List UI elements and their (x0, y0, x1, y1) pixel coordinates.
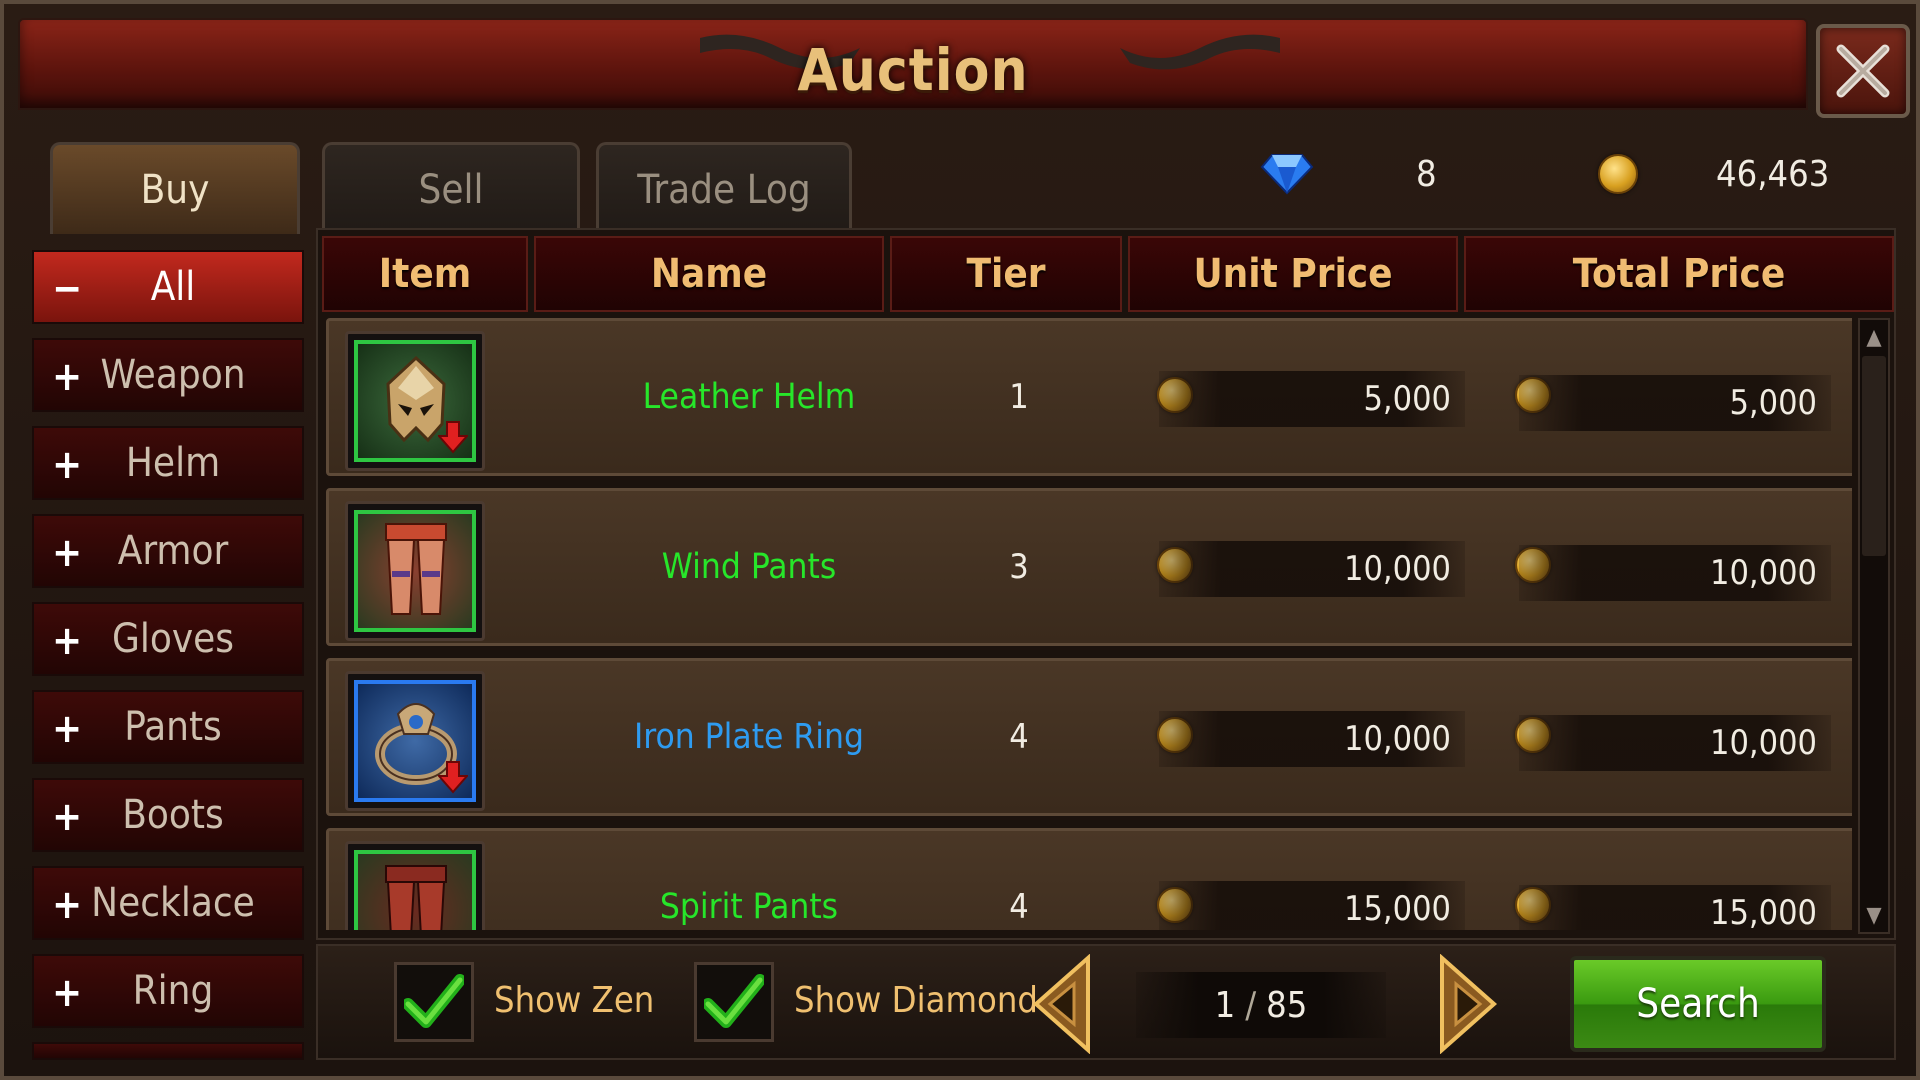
diamond-balance (1260, 144, 1314, 204)
item-name-text: Spirit Pants (659, 887, 839, 927)
category-all[interactable]: − All (32, 250, 304, 324)
header-item: Item (322, 236, 528, 312)
category-boots[interactable]: + Boots (32, 778, 304, 852)
category-armor[interactable]: + Armor (32, 514, 304, 588)
item-name-text: Wind Pants (661, 547, 837, 587)
category-gloves[interactable]: + Gloves (32, 602, 304, 676)
total-price: 5,000 (1519, 375, 1831, 431)
item-name-text: Iron Plate Ring (634, 717, 864, 757)
collapse-icon: − (52, 266, 83, 312)
total-price: 10,000 (1519, 545, 1831, 601)
item-slot[interactable] (345, 841, 485, 930)
search-button[interactable]: Search (1570, 956, 1826, 1052)
expand-icon: + (52, 706, 83, 752)
unit-price: 10,000 (1159, 711, 1465, 767)
item-name: Iron Plate Ring (559, 661, 939, 813)
item-slot[interactable] (345, 331, 485, 471)
expand-icon: + (52, 618, 83, 664)
item-tier: 4 (1009, 717, 1029, 757)
header-name: Name (534, 236, 884, 312)
expand-icon: + (52, 442, 83, 488)
title-bar: Auction (18, 18, 1808, 110)
close-icon (1836, 44, 1890, 98)
category-ring[interactable]: + Ring (32, 954, 304, 1028)
tab-sell[interactable]: Sell (322, 142, 580, 234)
category-weapon[interactable]: + Weapon (32, 338, 304, 412)
zen-amount: 46,463 (1716, 153, 1830, 195)
total-price: 15,000 (1519, 885, 1831, 930)
zen-coin-icon (1598, 154, 1638, 194)
unit-price: 5,000 (1159, 371, 1465, 427)
table-row[interactable]: Wind Pants 3 10,000 10,000 (326, 488, 1852, 646)
item-tier: 3 (1009, 547, 1029, 587)
tab-trade-log[interactable]: Trade Log (596, 142, 852, 234)
checkmark-icon (704, 974, 764, 1028)
tab-label: Trade Log (637, 166, 811, 213)
item-name: Wind Pants (559, 491, 939, 643)
pants-icon (385, 523, 447, 615)
item-slot[interactable] (345, 501, 485, 641)
tab-label: Sell (418, 166, 484, 213)
expand-icon: + (52, 794, 83, 840)
diamond-icon (1260, 154, 1314, 195)
show-diamond-checkbox[interactable] (694, 962, 774, 1042)
item-name: Leather Helm (559, 321, 939, 473)
page-total: 85 (1266, 984, 1308, 1026)
category-helm[interactable]: + Helm (32, 426, 304, 500)
table-row[interactable]: Leather Helm 1 5,000 5,000 (326, 318, 1852, 476)
show-zen-label[interactable]: Show Zen (494, 980, 654, 1021)
item-frame (354, 510, 476, 632)
item-frame (354, 340, 476, 462)
checkmark-icon (404, 974, 464, 1028)
scroll-up-icon[interactable]: ▲ (1862, 322, 1886, 352)
header-tier: Tier (890, 236, 1122, 312)
item-frame (354, 680, 476, 802)
show-zen-checkbox[interactable] (394, 962, 474, 1042)
item-frame (354, 850, 476, 930)
category-partial (32, 1042, 304, 1060)
zen-amount-wrap: 46,463 (1716, 144, 1829, 204)
unit-price: 15,000 (1159, 881, 1465, 930)
scrollbar[interactable]: ▲ ▼ (1858, 318, 1890, 934)
table-row[interactable]: Spirit Pants 4 15,000 15,000 (326, 828, 1852, 930)
item-name-text: Leather Helm (642, 377, 856, 417)
page-indicator: 1 / 85 (1136, 972, 1386, 1038)
diamond-amount: 8 (1416, 153, 1437, 195)
header-unit-price: Unit Price (1128, 236, 1458, 312)
total-price: 10,000 (1519, 715, 1831, 771)
page-current: 1 (1214, 984, 1236, 1026)
header-total-price: Total Price (1464, 236, 1894, 312)
close-button[interactable] (1816, 24, 1910, 118)
expand-icon: + (52, 354, 83, 400)
show-diamond-label[interactable]: Show Diamond (794, 980, 1038, 1021)
search-label: Search (1636, 981, 1760, 1027)
window-title: Auction (797, 36, 1029, 104)
expand-icon: + (52, 530, 83, 576)
item-name: Spirit Pants (559, 831, 939, 930)
diamond-amount-wrap: 8 (1416, 144, 1437, 204)
zen-coin-wrap (1598, 144, 1638, 204)
downgrade-arrow-icon (438, 761, 468, 794)
page-separator: / (1245, 984, 1257, 1026)
table-row[interactable]: Iron Plate Ring 4 10,000 10,000 (326, 658, 1852, 816)
auction-window: Auction Buy Sell Trade Log 8 46,463 − Al… (0, 0, 1920, 1080)
expand-icon: + (52, 882, 83, 928)
item-tier: 1 (1009, 377, 1029, 417)
listing-rows: Leather Helm 1 5,000 5,000 Wind Pants 3 … (322, 318, 1852, 930)
item-slot[interactable] (345, 671, 485, 811)
tab-buy[interactable]: Buy (50, 142, 300, 234)
next-page-icon[interactable] (1432, 954, 1502, 1054)
tab-label: Buy (140, 166, 210, 213)
downgrade-arrow-icon (438, 421, 468, 454)
scroll-thumb[interactable] (1862, 356, 1886, 556)
prev-page-icon[interactable] (1028, 954, 1098, 1054)
category-pants[interactable]: + Pants (32, 690, 304, 764)
pants-icon (385, 865, 447, 930)
category-necklace[interactable]: + Necklace (32, 866, 304, 940)
category-sidebar: − All + Weapon + Helm + Armor + Gloves +… (32, 250, 306, 1060)
scroll-down-icon[interactable]: ▼ (1862, 900, 1886, 930)
unit-price: 10,000 (1159, 541, 1465, 597)
expand-icon: + (52, 970, 83, 1016)
item-tier: 4 (1009, 887, 1029, 927)
